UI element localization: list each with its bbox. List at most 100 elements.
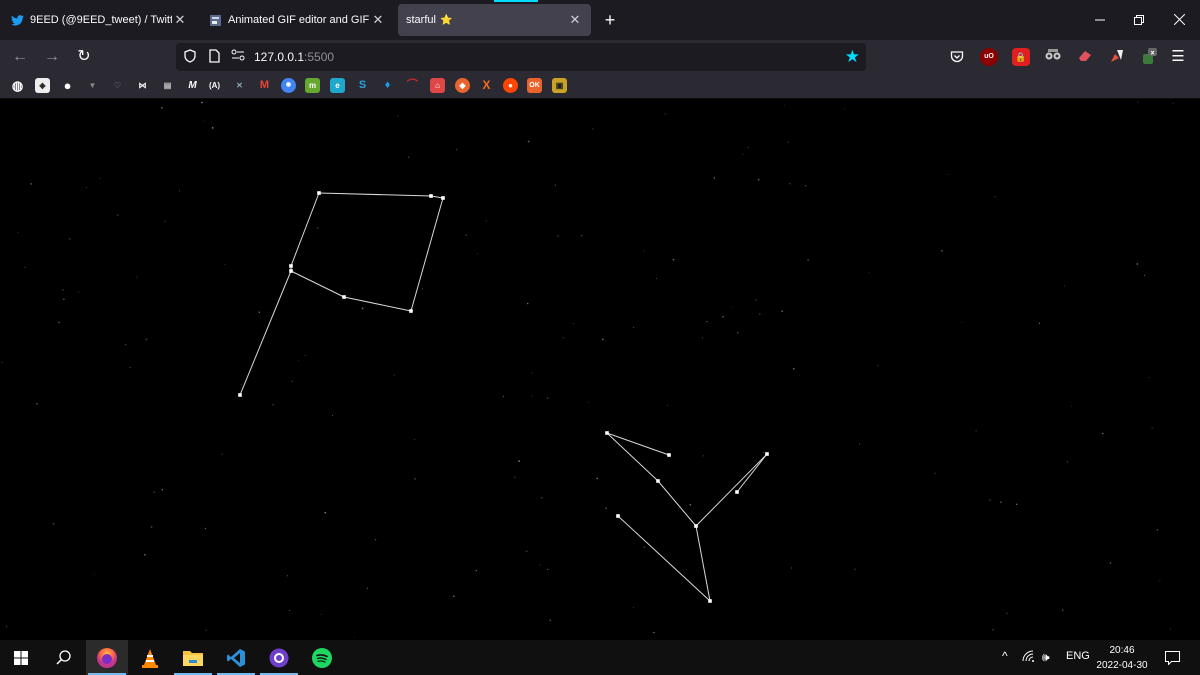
eraser-extension-icon[interactable]	[1076, 48, 1094, 66]
notifications-button[interactable]	[1150, 640, 1194, 675]
shield-icon[interactable]	[182, 49, 198, 65]
constellation-star[interactable]	[289, 269, 293, 273]
starful-canvas[interactable]	[0, 99, 1200, 640]
chrome-icon[interactable]: ◉	[281, 78, 296, 93]
constellation-2[interactable]	[605, 431, 769, 603]
taskbar-spotify[interactable]	[301, 640, 343, 675]
bookmark-star-icon[interactable]: ★	[845, 47, 860, 67]
device-icon[interactable]: ▤	[160, 78, 175, 93]
url-text[interactable]: 127.0.0.1:5500	[254, 50, 334, 64]
constellation-star[interactable]	[289, 264, 293, 268]
constellation-line	[290, 192, 320, 267]
fox-icon[interactable]: ◆	[455, 78, 470, 93]
github-icon[interactable]: ●	[60, 78, 75, 93]
language-indicator[interactable]: ENG	[1066, 650, 1090, 662]
pen-extension-icon[interactable]	[1108, 48, 1126, 66]
constellation-star[interactable]	[616, 514, 620, 518]
search-button[interactable]	[42, 640, 84, 675]
constellation-star[interactable]	[765, 452, 769, 456]
close-window-button[interactable]	[1167, 8, 1191, 32]
image-bookmark-icon[interactable]: ▣	[552, 78, 567, 93]
background-star	[989, 499, 991, 501]
constellation-1[interactable]	[238, 191, 445, 397]
constellation-star[interactable]	[605, 431, 609, 435]
background-star	[1038, 322, 1041, 324]
e-app-icon[interactable]: e	[330, 78, 345, 93]
angular-brackets-icon[interactable]: (A)	[207, 78, 222, 93]
show-hidden-icons-chevron-icon[interactable]: ^	[1002, 649, 1008, 663]
reddit-icon[interactable]: ●	[503, 78, 518, 93]
constellation-star[interactable]	[656, 479, 660, 483]
gmail-icon[interactable]: M	[257, 78, 272, 93]
background-star	[531, 372, 533, 374]
constellation-star[interactable]	[409, 309, 413, 313]
page-icon[interactable]	[206, 49, 222, 65]
url-bar[interactable]: 127.0.0.1:5500 ★	[176, 43, 866, 71]
pocket-icon[interactable]	[948, 48, 966, 66]
background-star	[791, 567, 793, 569]
bookmark-icon[interactable]: ◈	[35, 78, 50, 93]
minimize-button[interactable]	[1088, 8, 1112, 32]
close-tab-icon[interactable]: ✕	[567, 12, 583, 28]
s-app-icon[interactable]: S	[355, 78, 370, 93]
restore-button[interactable]	[1127, 8, 1151, 32]
tab-twitter[interactable]: 9EED (@9EED_tweet) / Twitter ✕	[2, 4, 196, 36]
glasses-extension-icon[interactable]	[1044, 48, 1062, 66]
background-star	[221, 453, 223, 455]
close-tab-icon[interactable]: ✕	[172, 12, 188, 28]
constellation-star[interactable]	[708, 599, 712, 603]
constellation-star[interactable]	[441, 196, 445, 200]
background-star	[763, 452, 765, 454]
greasemonkey-icon[interactable]: x	[1140, 48, 1158, 66]
tab-starful[interactable]: starful ⭐ ✕	[398, 4, 591, 36]
constellation-star[interactable]	[735, 490, 739, 494]
twitter-bookmark-icon[interactable]: ♦	[380, 78, 395, 93]
background-star	[129, 366, 131, 369]
taskbar-firefox[interactable]	[86, 640, 128, 675]
arc-icon[interactable]: ⌒	[405, 78, 420, 93]
hawk-icon[interactable]: ▼	[85, 78, 100, 93]
constellation-star[interactable]	[694, 524, 698, 528]
close-tab-icon[interactable]: ✕	[370, 12, 386, 28]
star-field[interactable]	[0, 99, 1200, 640]
start-button[interactable]	[0, 640, 42, 675]
wifi-icon[interactable]	[1022, 650, 1036, 665]
constellation-star[interactable]	[342, 295, 346, 299]
background-star	[643, 250, 645, 252]
x-bookmark-icon[interactable]: X	[479, 78, 494, 93]
background-star	[374, 539, 377, 541]
volume-icon[interactable]: 🕪	[1042, 650, 1050, 665]
new-tab-button[interactable]: +	[600, 10, 620, 30]
taskbar-vscode[interactable]	[215, 640, 257, 675]
background-star	[99, 177, 101, 179]
constellation-star[interactable]	[238, 393, 242, 397]
shop-icon[interactable]: ⌂	[430, 78, 445, 93]
ok-icon[interactable]: OK	[527, 78, 542, 93]
taskbar-github-desktop[interactable]	[258, 640, 300, 675]
reload-button[interactable]: ↻	[72, 45, 96, 69]
lock-extension-icon[interactable]: 🔒	[1012, 48, 1030, 66]
heart-bookmark-icon[interactable]: ♡	[110, 78, 125, 93]
tab-ezgif[interactable]: Animated GIF editor and GIF ma ✕	[200, 4, 394, 36]
clock[interactable]: 20:46 2022-04-30	[1094, 643, 1150, 673]
medium-icon[interactable]: M	[185, 78, 200, 93]
background-star	[258, 311, 261, 314]
constellation-star[interactable]	[317, 191, 321, 195]
background-star	[844, 108, 846, 110]
constellation-star[interactable]	[667, 453, 671, 457]
constellation-star[interactable]	[429, 194, 433, 198]
taskbar-file-explorer[interactable]	[172, 640, 214, 675]
github-desktop-icon	[269, 648, 289, 667]
x-tool-icon[interactable]: ✕	[232, 78, 247, 93]
permissions-icon[interactable]	[230, 49, 246, 65]
forward-button[interactable]: →	[40, 45, 64, 69]
globe-icon[interactable]: ◍	[10, 78, 25, 93]
app-menu-button[interactable]: ☰	[1166, 45, 1190, 69]
ublock-origin-icon[interactable]: uO	[980, 48, 998, 66]
mdn-icon[interactable]: m	[305, 78, 320, 93]
twitter-icon	[10, 13, 24, 27]
back-button[interactable]: ←	[8, 45, 32, 69]
taskbar-vlc[interactable]	[129, 640, 171, 675]
m-logo-icon[interactable]: ⋈	[135, 78, 150, 93]
background-star	[1062, 609, 1064, 611]
